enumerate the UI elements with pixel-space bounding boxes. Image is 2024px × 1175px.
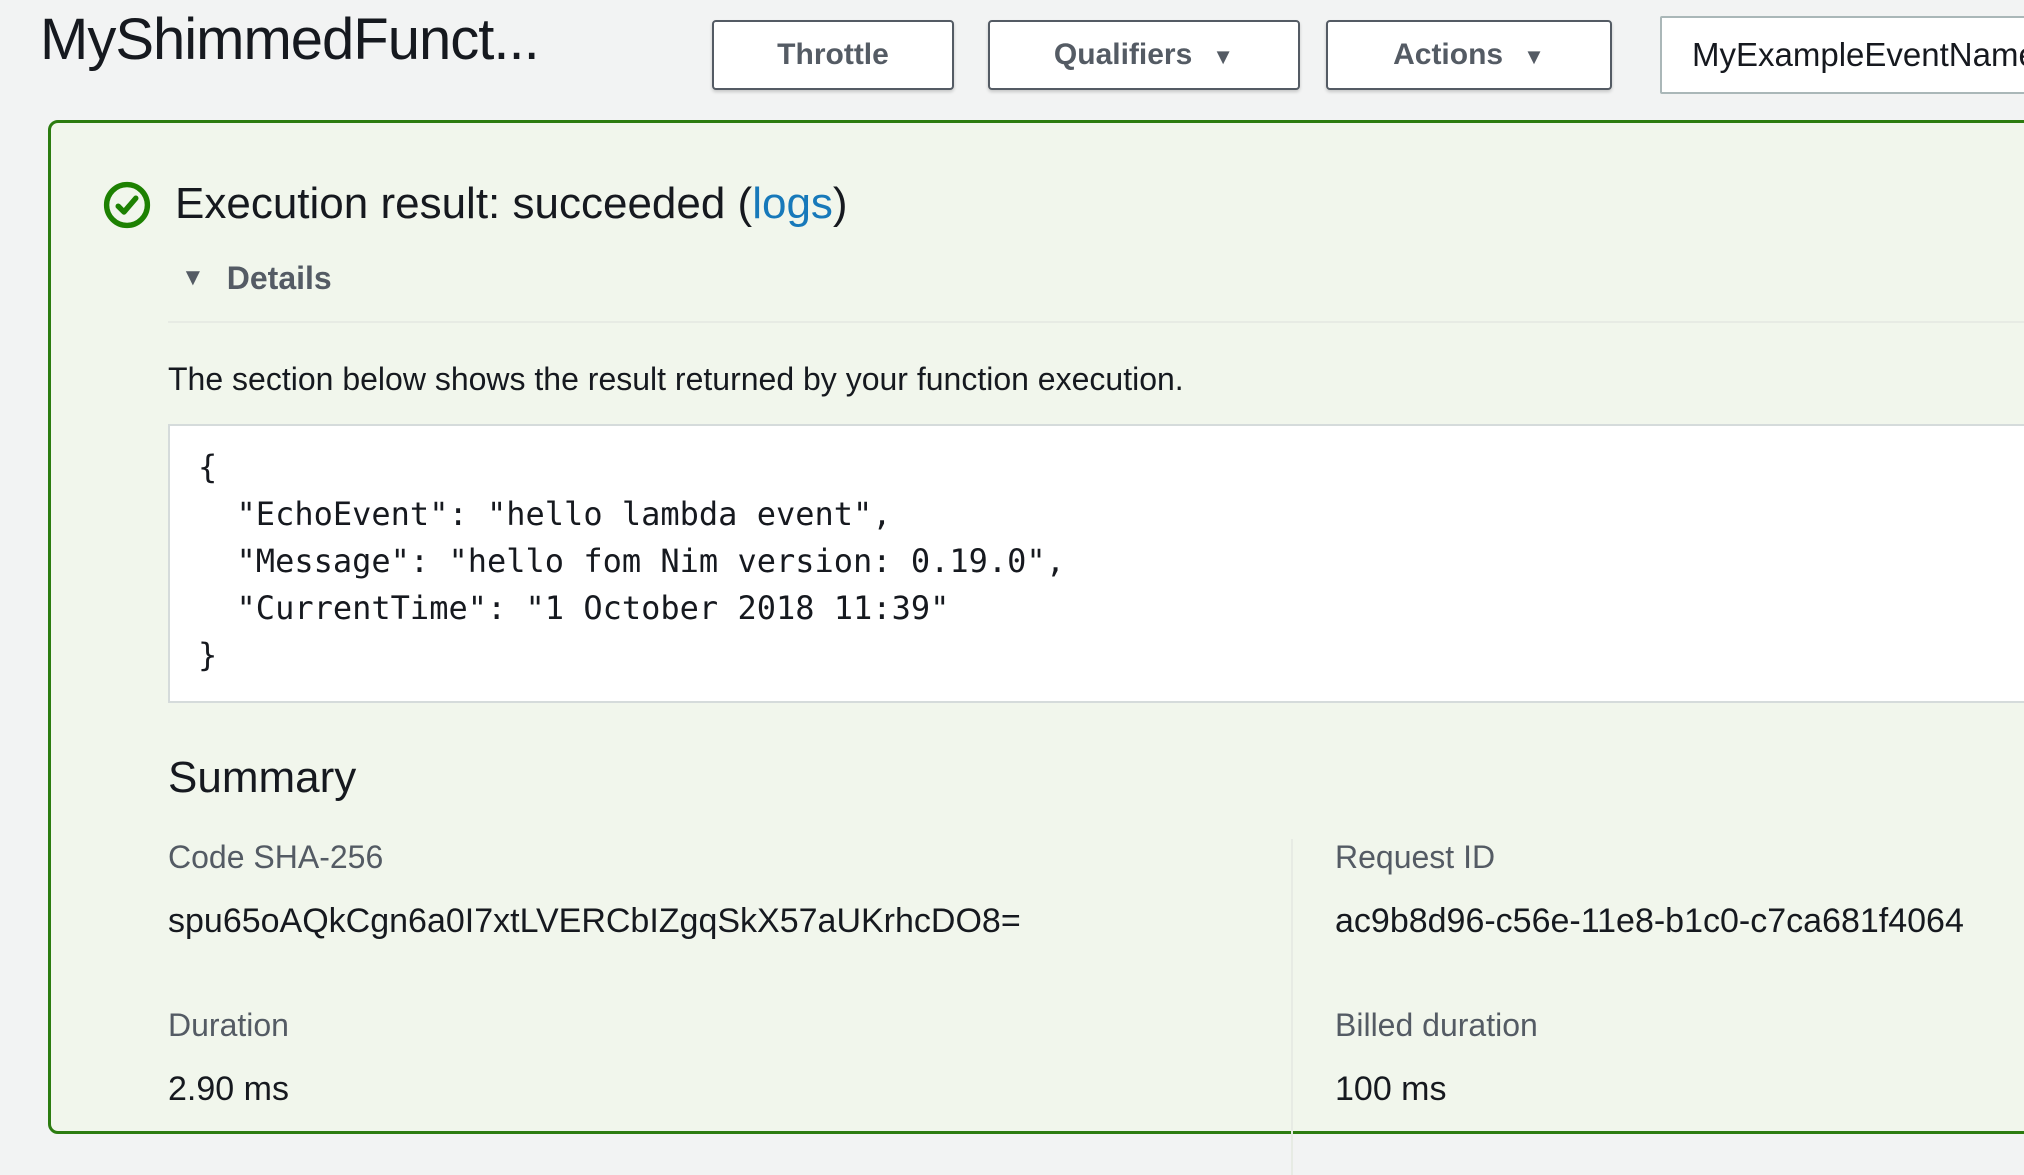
- chevron-down-icon: ▼: [1523, 46, 1545, 68]
- execution-result-panel: Execution result: succeeded (logs) ▼ Det…: [48, 120, 2024, 1134]
- logs-link[interactable]: logs: [752, 179, 833, 228]
- qualifiers-button-label: Qualifiers: [1054, 38, 1192, 72]
- execution-result-heading: Execution result: succeeded (logs): [175, 179, 848, 230]
- summary-field-label: Duration: [168, 1007, 1291, 1044]
- throttle-button[interactable]: Throttle: [712, 20, 954, 90]
- execution-result-json: { "EchoEvent": "hello lambda event", "Me…: [168, 424, 2024, 703]
- code-line: {: [198, 444, 2024, 491]
- triangle-down-icon: ▼: [181, 266, 205, 290]
- code-line: "Message": "hello fom Nim version: 0.19.…: [198, 538, 2024, 585]
- details-toggle-label: Details: [227, 260, 332, 297]
- actions-button-label: Actions: [1393, 38, 1503, 72]
- page-title: MyShimmedFunct...: [40, 6, 539, 73]
- actions-button[interactable]: Actions ▼: [1326, 20, 1612, 90]
- heading-text: Execution result: succeeded (: [175, 179, 752, 228]
- code-line: }: [198, 632, 2024, 679]
- summary-field-request-id: Request ID ac9b8d96-c56e-11e8-b1c0-c7ca6…: [1291, 839, 2024, 1007]
- code-line: "EchoEvent": "hello lambda event",: [198, 491, 2024, 538]
- summary-field-duration: Duration 2.90 ms: [168, 1007, 1291, 1175]
- qualifiers-button[interactable]: Qualifiers ▼: [988, 20, 1300, 90]
- summary-field-value: ac9b8d96-c56e-11e8-b1c0-c7ca681f4064: [1335, 902, 2024, 941]
- details-toggle[interactable]: ▼ Details: [181, 260, 2024, 297]
- check-circle-icon: [103, 181, 151, 229]
- summary-heading: Summary: [168, 753, 2024, 803]
- details-divider: [168, 321, 2024, 323]
- summary-field-label: Billed duration: [1335, 1007, 2024, 1044]
- summary-grid: Code SHA-256 spu65oAQkCgn6a0I7xtLVERCbIZ…: [168, 839, 2024, 1175]
- summary-field-value: 2.90 ms: [168, 1070, 1291, 1109]
- throttle-button-label: Throttle: [777, 38, 889, 72]
- test-event-select-value: MyExampleEventName: [1692, 36, 2024, 74]
- result-description: The section below shows the result retur…: [168, 361, 2024, 398]
- summary-field-code-sha256: Code SHA-256 spu65oAQkCgn6a0I7xtLVERCbIZ…: [168, 839, 1291, 1007]
- chevron-down-icon: ▼: [1212, 46, 1234, 68]
- summary-field-value: 100 ms: [1335, 1070, 2024, 1109]
- code-line: "CurrentTime": "1 October 2018 11:39": [198, 585, 2024, 632]
- heading-text-suffix: ): [833, 179, 848, 228]
- summary-field-value: spu65oAQkCgn6a0I7xtLVERCbIZgqSkX57aUKrhc…: [168, 902, 1291, 941]
- test-event-select[interactable]: MyExampleEventName: [1660, 16, 2024, 94]
- execution-result-header: Execution result: succeeded (logs): [103, 179, 2024, 230]
- summary-field-label: Request ID: [1335, 839, 2024, 876]
- summary-field-label: Code SHA-256: [168, 839, 1291, 876]
- summary-field-billed-duration: Billed duration 100 ms: [1291, 1007, 2024, 1175]
